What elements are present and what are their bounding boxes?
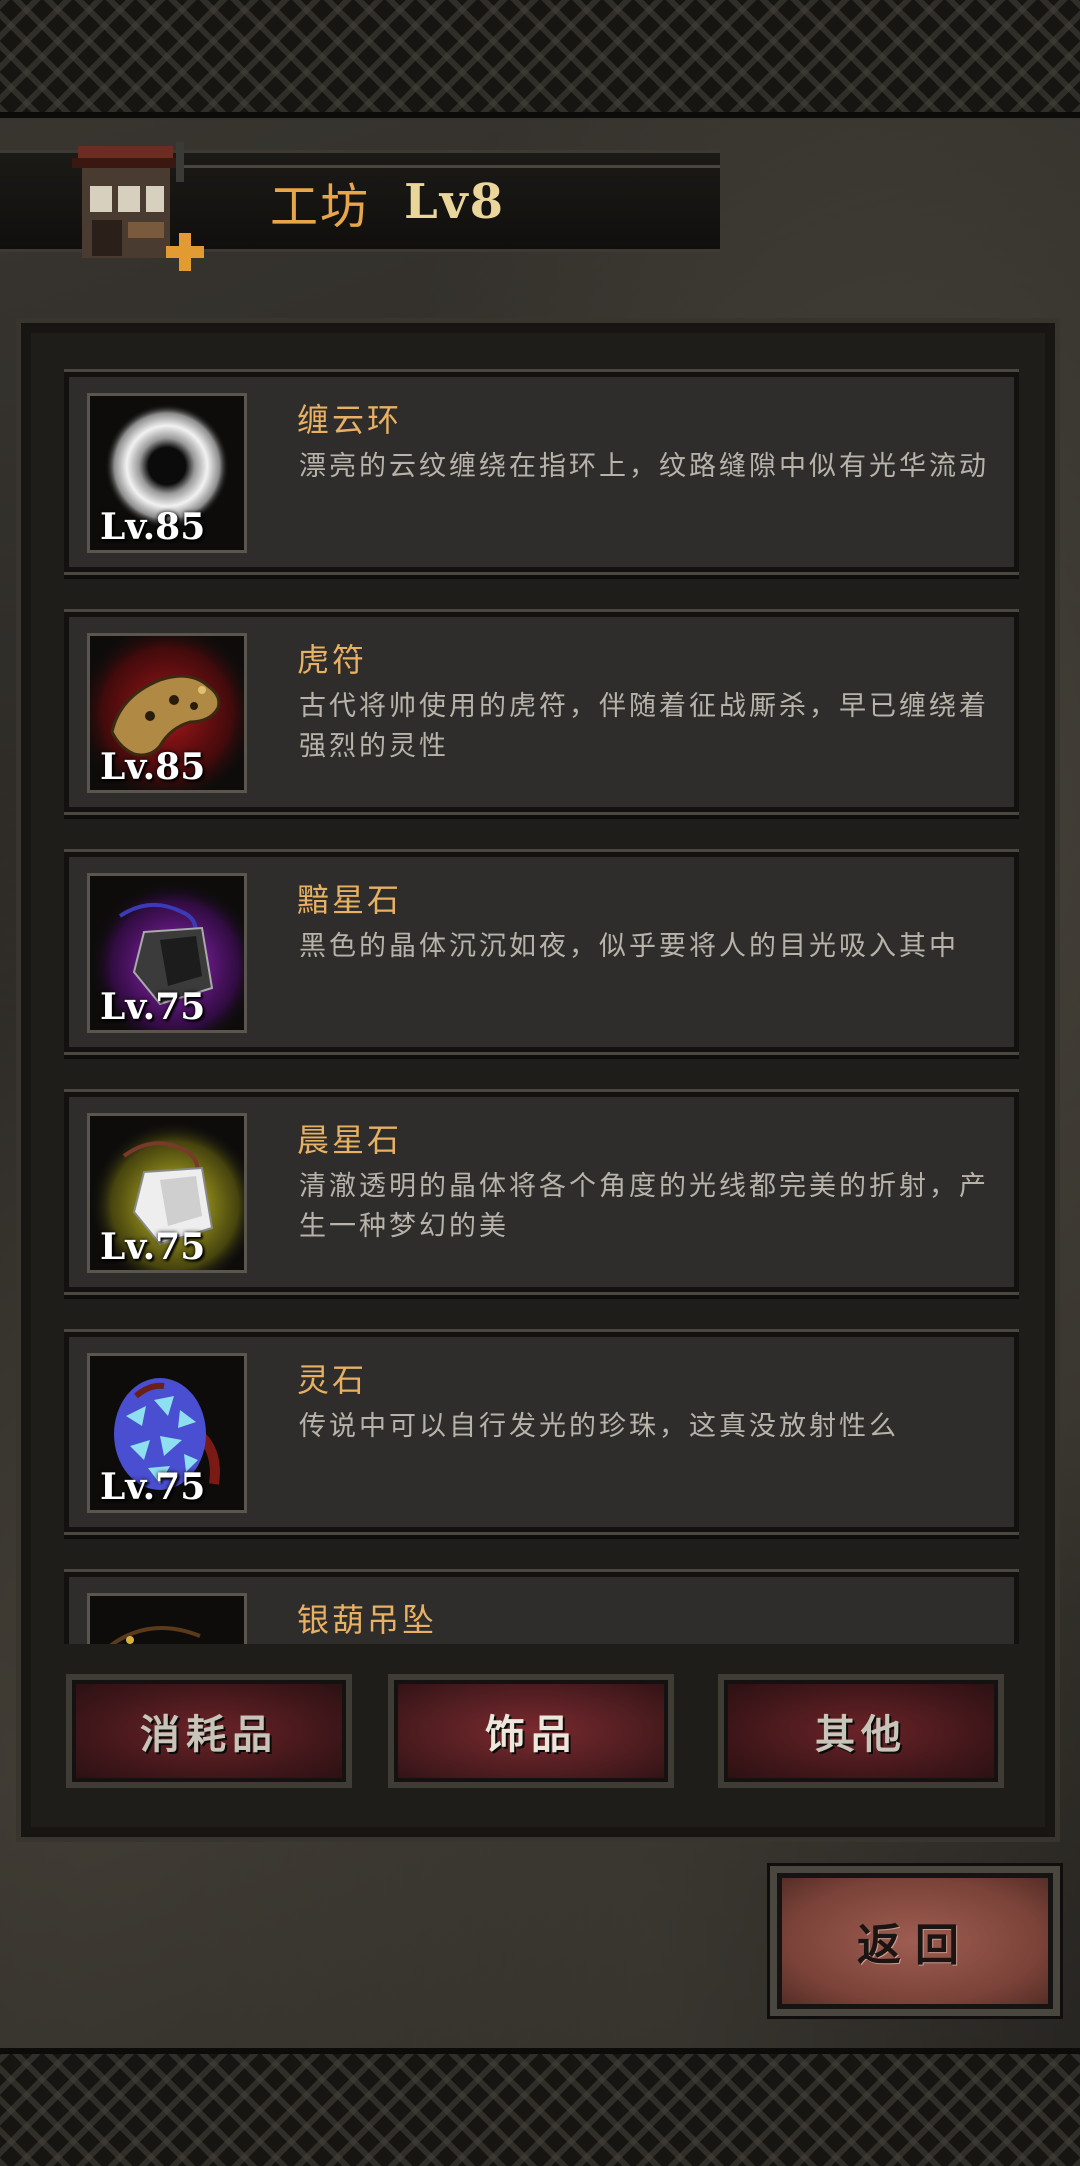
tab-label: 饰品 [485, 1711, 577, 1758]
item-name: 黯星石 [297, 881, 403, 919]
item-name: 晨星石 [297, 1121, 403, 1159]
item-name: 虎符 [297, 641, 368, 679]
item-level: Lv.85 [100, 506, 206, 548]
list-item[interactable]: Lv.85 缠云环 漂亮的云纹缠绕在指环上，纹路缝隙中似有光华流动 [64, 372, 1019, 572]
item-description: 古代将帅使用的虎符，伴随着征战厮杀，早已缠绕着强烈的灵性 [299, 691, 989, 762]
back-button[interactable]: 返回 [770, 1866, 1060, 2016]
list-item[interactable]: Lv.75 灵石 传说中可以自行发光的珍珠，这真没放射性么 [64, 1332, 1019, 1532]
item-name: 银葫吊坠 [297, 1601, 438, 1639]
workshop-level: Lv8 [404, 174, 506, 230]
item-description: 清澈透明的晶体将各个角度的光线都完美的折射，产生一种梦幻的美 [299, 1171, 989, 1242]
tab-label: 其他 [815, 1711, 907, 1758]
item-level: Lv.75 [100, 986, 206, 1028]
item-description: 传说中可以自行发光的珍珠，这真没放射性么 [299, 1411, 899, 1442]
item-slot: Lv.75 [87, 1353, 247, 1513]
item-name: 缠云环 [297, 401, 403, 439]
item-level: Lv.85 [100, 746, 206, 788]
tab-accessories[interactable]: 饰品 [388, 1674, 674, 1788]
item-level: Lv.75 [100, 1226, 206, 1268]
bottom-border-band [0, 2048, 1080, 2166]
list-item[interactable]: Lv.85 虎符 古代将帅使用的虎符，伴随着征战厮杀，早已缠绕着强烈的灵性 [64, 612, 1019, 812]
tab-label: 消耗品 [140, 1711, 278, 1758]
item-list[interactable]: Lv.85 缠云环 漂亮的云纹缠绕在指环上，纹路缝隙中似有光华流动 Lv.85 … [64, 362, 1019, 1644]
title-text: 工坊 [270, 179, 371, 235]
back-label: 返回 [857, 1920, 973, 1971]
list-item[interactable]: Lv.75 晨星石 清澈透明的晶体将各个角度的光线都完美的折射，产生一种梦幻的美 [64, 1092, 1019, 1292]
workshop-building-icon [58, 128, 208, 278]
item-slot: Lv.85 [87, 393, 247, 553]
item-slot: Lv.85 [87, 633, 247, 793]
item-slot: Lv.75 [87, 1113, 247, 1273]
list-item[interactable]: Lv.75 黯星石 黑色的晶体沉沉如夜，似乎要将人的目光吸入其中 [64, 852, 1019, 1052]
item-description: 漂亮的云纹缠绕在指环上，纹路缝隙中似有光华流动 [299, 451, 989, 482]
silver-gourd-pendant-icon [109, 1626, 201, 1644]
item-description: 黑色的晶体沉沉如夜，似乎要将人的目光吸入其中 [299, 931, 959, 962]
top-border-band [0, 0, 1080, 118]
tab-consumables[interactable]: 消耗品 [66, 1674, 352, 1788]
item-level: Lv.75 [100, 1466, 206, 1508]
item-name: 灵石 [297, 1361, 368, 1399]
item-slot: Lv.75 [87, 873, 247, 1033]
list-item[interactable]: 银葫吊坠 [64, 1572, 1019, 1644]
page-title: 工坊 Lv8 [270, 172, 506, 235]
item-slot [87, 1593, 247, 1644]
tab-others[interactable]: 其他 [718, 1674, 1004, 1788]
